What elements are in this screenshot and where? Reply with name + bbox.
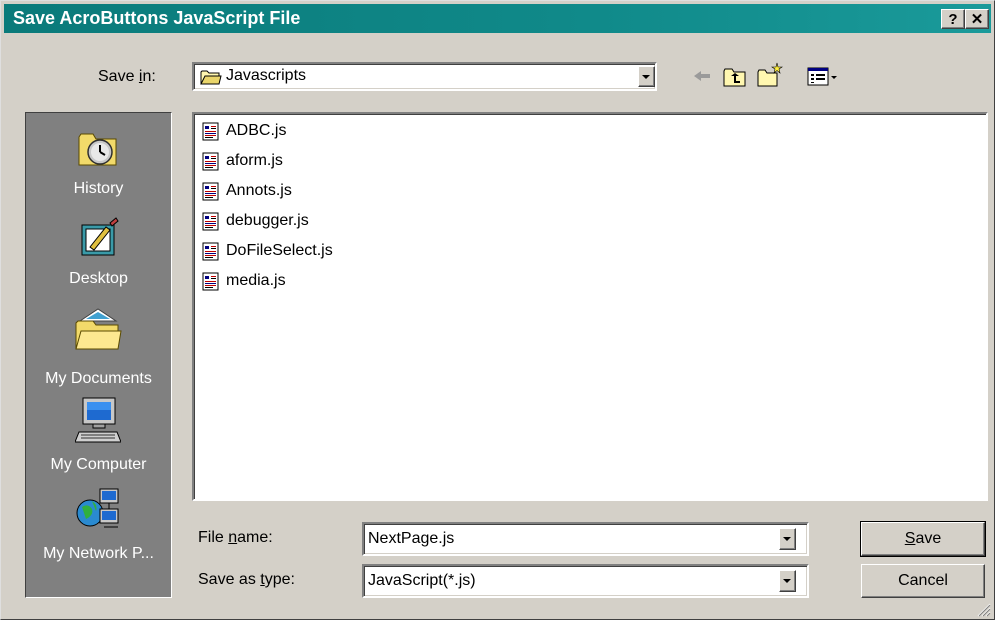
place-desktop[interactable]: Desktop: [26, 213, 171, 295]
file-name-label-accel: n: [228, 529, 238, 546]
save-button-accel: S: [904, 530, 916, 547]
place-label: My Documents: [45, 370, 152, 387]
file-name-label: File name:: [198, 529, 273, 547]
place-my-computer[interactable]: My Computer: [26, 396, 171, 478]
chevron-down-icon: [783, 537, 791, 541]
history-icon: [78, 133, 117, 166]
save-button[interactable]: Save: [860, 521, 986, 557]
save-in-dropdown-button[interactable]: [638, 66, 655, 87]
place-label: Desktop: [69, 270, 128, 287]
my-network-places-icon: [76, 488, 119, 528]
js-file-icon: [202, 182, 219, 200]
save-as-type-label-pre: Save as: [198, 571, 261, 588]
places-bar: History Desktop My Documents My Computer…: [25, 112, 172, 598]
resize-grip-icon[interactable]: [977, 603, 991, 617]
title-bar[interactable]: Save AcroButtons JavaScript File ? ✕: [4, 4, 991, 33]
save-in-label: Save in:: [98, 68, 156, 86]
js-file-icon: [202, 242, 219, 260]
save-as-type-value: JavaScript(*.js): [368, 572, 476, 589]
save-as-type-label: Save as type:: [198, 571, 295, 589]
js-file-icon: [202, 122, 219, 140]
my-computer-icon: [75, 397, 121, 443]
file-name: debugger.js: [226, 212, 309, 229]
close-button[interactable]: ✕: [965, 9, 989, 29]
file-item[interactable]: DoFileSelect.js: [202, 240, 333, 262]
file-name-dropdown-button[interactable]: [779, 528, 796, 550]
file-list[interactable]: ADBC.js aform.js Annots.js debugger.js D…: [192, 112, 988, 501]
file-name: Annots.js: [226, 182, 292, 199]
file-name-input[interactable]: NextPage.js: [368, 530, 454, 548]
place-my-network[interactable]: My Network P...: [26, 485, 171, 575]
save-as-type-label-post: ype:: [264, 571, 295, 588]
js-file-icon: [202, 212, 219, 230]
place-my-documents[interactable]: My Documents: [26, 303, 171, 391]
place-history[interactable]: History: [26, 123, 171, 205]
view-menu-icon[interactable]: [807, 66, 839, 88]
save-as-type-dropdown-button[interactable]: [779, 570, 796, 592]
chevron-down-icon: [642, 75, 650, 79]
file-name: ADBC.js: [226, 122, 287, 139]
file-name-combobox[interactable]: NextPage.js: [362, 522, 809, 556]
save-in-value: Javascripts: [226, 67, 307, 84]
back-icon[interactable]: [691, 66, 713, 86]
new-folder-icon[interactable]: [757, 61, 785, 88]
file-item[interactable]: ADBC.js: [202, 120, 286, 142]
place-label: My Network P...: [43, 545, 154, 562]
place-label: My Computer: [50, 456, 147, 473]
cancel-button[interactable]: Cancel: [861, 564, 985, 598]
file-item[interactable]: Annots.js: [202, 180, 292, 202]
save-in-dropdown[interactable]: Javascripts: [192, 62, 657, 91]
desktop-icon: [81, 217, 119, 256]
save-in-label-pre: Save: [98, 68, 139, 85]
save-in-label-post: n:: [142, 68, 156, 85]
save-dialog: Save AcroButtons JavaScript File ? ✕ Sav…: [0, 0, 995, 620]
save-button-label: ave: [915, 530, 942, 547]
help-button[interactable]: ?: [941, 9, 965, 29]
chevron-down-icon: [783, 579, 791, 583]
save-as-type-dropdown[interactable]: JavaScript(*.js): [362, 564, 809, 598]
file-item[interactable]: debugger.js: [202, 210, 309, 232]
js-file-icon: [202, 152, 219, 170]
js-file-icon: [202, 272, 219, 290]
file-name-label-post: ame:: [237, 529, 273, 546]
file-item[interactable]: media.js: [202, 270, 286, 292]
file-name: media.js: [226, 272, 286, 289]
file-item[interactable]: aform.js: [202, 150, 283, 172]
folder-icon: [200, 70, 222, 85]
file-name-label-pre: File: [198, 529, 229, 546]
file-name: DoFileSelect.js: [226, 242, 333, 259]
dialog-title: Save AcroButtons JavaScript File: [13, 8, 301, 28]
place-label: History: [73, 180, 124, 197]
file-name: aform.js: [226, 152, 283, 169]
up-one-level-icon[interactable]: [723, 66, 747, 88]
my-documents-icon: [75, 308, 122, 350]
